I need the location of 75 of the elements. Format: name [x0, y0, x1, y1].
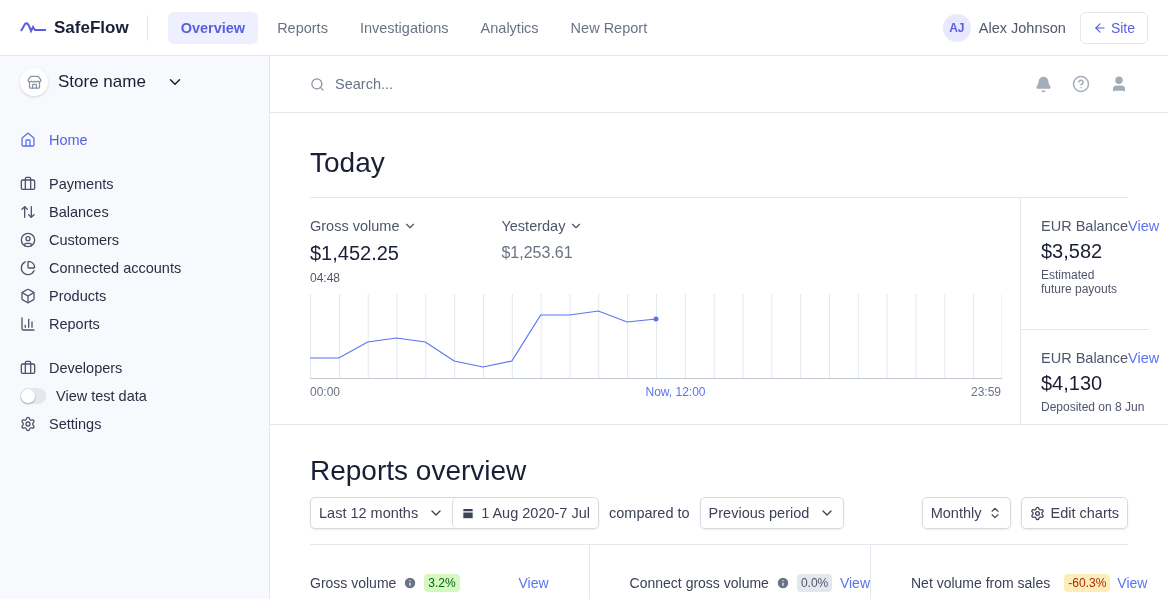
site-button[interactable]: Site [1079, 11, 1148, 44]
section-title: Today [310, 113, 1128, 198]
view-link[interactable]: View [839, 575, 870, 592]
briefcase-icon [20, 360, 36, 376]
compare-dropdown[interactable]: Previous period [700, 498, 844, 529]
metric-label: Net volume from sales [911, 575, 1051, 592]
date-range-button[interactable]: 1 Aug 2020-7 Jul [452, 498, 598, 529]
info-icon [403, 576, 418, 591]
sidebar-item[interactable]: Developers [20, 354, 249, 382]
change-badge: -60.3% [1064, 574, 1111, 593]
toggle-label: View test data [56, 388, 147, 404]
arrow-left-icon [1092, 20, 1107, 35]
view-link[interactable]: View [1117, 575, 1148, 592]
compare-value: $1,253.61 [501, 244, 574, 262]
nav-tab[interactable]: Analytics [467, 11, 552, 44]
logo-icon [20, 20, 48, 35]
interval-dropdown[interactable]: Monthly [922, 498, 1010, 529]
axis-label: 23:59 [970, 385, 1001, 399]
nav-tab[interactable]: New Report [557, 11, 661, 44]
nav-tab[interactable]: Reports [264, 11, 341, 44]
compare-selector[interactable]: Yesterday [501, 218, 584, 234]
balance-label: EUR Balance [1041, 218, 1129, 234]
calendar-icon [461, 506, 476, 521]
view-link[interactable]: View [1128, 218, 1160, 234]
sidebar-item[interactable]: Home [20, 126, 249, 154]
settings-icon [20, 416, 36, 432]
user-avatar[interactable]: AJ [942, 13, 971, 42]
help-icon[interactable] [1072, 75, 1090, 93]
balance-note: Estimated future payouts [1041, 268, 1119, 297]
user-icon[interactable] [1110, 75, 1128, 93]
arrows-icon [20, 204, 36, 220]
section-title: Reports overview [310, 454, 528, 489]
nav-tab[interactable]: Investigations [346, 11, 462, 44]
view-link[interactable]: View [1128, 350, 1160, 366]
store-switcher[interactable]: Store name [20, 68, 249, 96]
axis-label: Now, 12:00 [645, 385, 706, 399]
metric-value: $1,452.25 [310, 242, 400, 265]
user-name: Alex Johnson [978, 19, 1066, 36]
balance-value: $4,130 [1041, 372, 1104, 395]
metric-label: Connect gross volume [629, 575, 769, 592]
brand-name: SafeFlow [54, 17, 129, 38]
sidebar-item[interactable]: Connected accounts [20, 254, 249, 282]
metric-label: Gross volume [310, 575, 397, 592]
balance-note: Deposited on 8 Jun [1041, 400, 1146, 415]
sidebar-item[interactable]: Settings [20, 410, 249, 438]
change-badge: 3.2% [424, 574, 460, 593]
box-icon [20, 288, 36, 304]
axis-label: 00:00 [310, 385, 341, 399]
nav-tab[interactable]: Overview [167, 11, 259, 44]
balance-value: $3,582 [1041, 240, 1104, 263]
search-icon [310, 76, 325, 92]
balance-label: EUR Balance [1041, 350, 1129, 366]
briefcase-icon [20, 176, 36, 192]
change-badge: 0.0% [796, 574, 833, 593]
sidebar-item[interactable]: Reports [20, 310, 249, 338]
store-icon [20, 68, 48, 96]
sidebar-item[interactable]: Balances [20, 198, 249, 226]
sidebar-item[interactable]: Customers [20, 226, 249, 254]
sidebar-item[interactable]: Products [20, 282, 249, 310]
compared-label: compared to [609, 505, 690, 522]
view-link[interactable]: View [518, 575, 549, 592]
metric-time: 04:48 [310, 271, 342, 285]
info-icon [775, 576, 790, 591]
bar-chart-icon [20, 316, 36, 332]
home-icon [20, 132, 36, 148]
metric-selector[interactable]: Gross volume [310, 218, 418, 234]
sidebar-item[interactable]: Payments [20, 170, 249, 198]
search-field[interactable]: Search... [333, 75, 1015, 93]
toggle-switch[interactable] [20, 388, 46, 404]
pie-chart-icon [20, 260, 36, 276]
gear-icon [1029, 505, 1045, 521]
edit-charts-button[interactable]: Edit charts [1021, 498, 1127, 529]
user-circle-icon [20, 232, 36, 248]
bell-icon[interactable] [1035, 75, 1052, 93]
range-dropdown[interactable]: Last 12 months [311, 498, 453, 529]
